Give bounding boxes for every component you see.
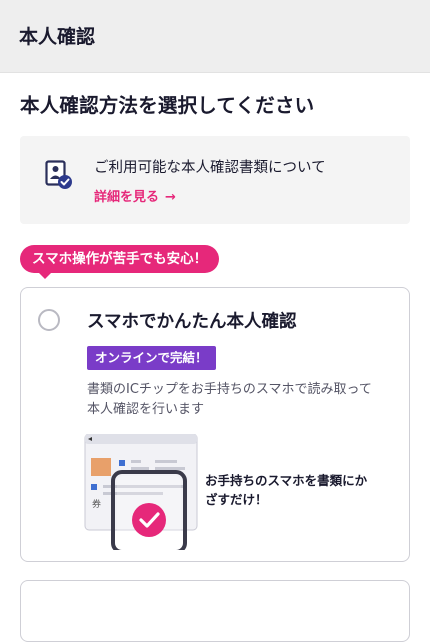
smartphone-verification-option[interactable]: スマホでかんたん本人確認 オンラインで完結！ 書類のICチップをお手持ちのスマホ… [20,287,410,562]
document-info-text: ご利用可能な本人確認書類について [94,160,326,176]
option-radio[interactable] [38,309,60,331]
id-document-check-icon [45,160,72,189]
header-title: 本人確認 [19,26,96,48]
online-complete-badge: オンラインで完結！ [87,346,216,370]
app-header: 本人確認 [0,0,430,73]
option-description-line1: 書類のICチップをお手持ちのスマホで読み取って [87,382,372,397]
illustration-caption-line1: お手持ちのスマホを書類にか [205,473,368,488]
phone-scan-illustration-icon: 券 [84,434,198,550]
promo-badge: スマホ操作が苦手でも安心！ [20,245,220,273]
next-verification-option[interactable] [20,580,410,642]
page-title: 本人確認方法を選択してください [20,94,315,117]
details-link-label: 詳細を見る [94,190,160,205]
option-title: スマホでかんたん本人確認 [87,312,297,332]
document-info-box: ご利用可能な本人確認書類について 詳細を見る → [20,136,410,224]
illustration-caption: お手持ちのスマホを書類にか ざすだけ！ [205,471,395,509]
details-link[interactable]: 詳細を見る → [94,186,176,205]
promo-badge-pointer [38,272,52,279]
option-description-line2: 本人確認を行います [87,402,205,417]
option-description: 書類のICチップをお手持ちのスマホで読み取って 本人確認を行います [87,380,397,420]
svg-text:券: 券 [92,498,101,510]
arrow-right-icon: → [165,190,176,205]
illustration-caption-line2: ざすだけ！ [205,492,268,507]
